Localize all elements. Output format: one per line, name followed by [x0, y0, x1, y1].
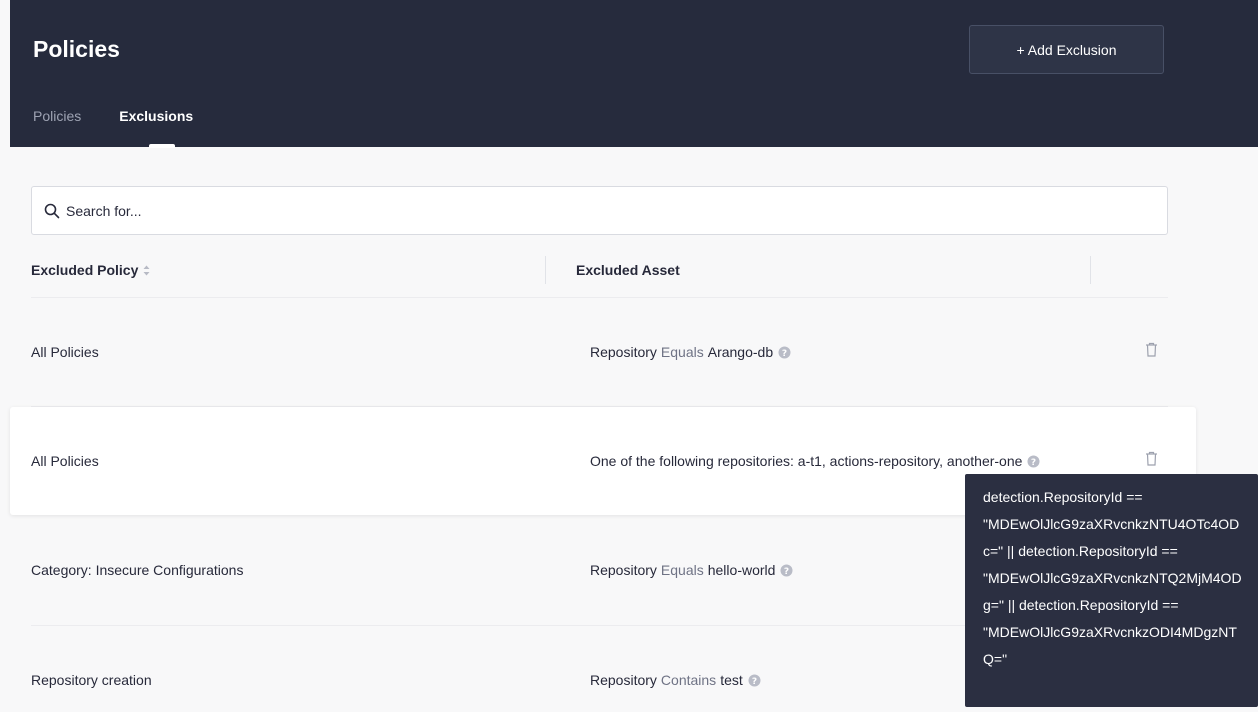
asset-operator: Equals [660, 344, 704, 360]
trash-icon [1145, 342, 1158, 362]
excluded-policy-cell: All Policies [31, 344, 99, 360]
info-icon[interactable]: ? [778, 346, 791, 359]
info-icon[interactable]: ? [1027, 455, 1040, 468]
tab-exclusions[interactable]: Exclusions [119, 108, 193, 148]
column-divider [1090, 256, 1091, 284]
search-input[interactable] [66, 202, 1146, 219]
search-icon [44, 203, 60, 219]
excluded-asset-cell: Repository Equals hello-world ? [590, 516, 793, 624]
search-bar [31, 186, 1168, 235]
delete-button[interactable] [1145, 298, 1158, 406]
column-divider [545, 256, 546, 284]
column-header-policy-label: Excluded Policy [31, 262, 139, 278]
svg-text:?: ? [752, 677, 757, 687]
asset-field: Repository [590, 344, 657, 360]
asset-field: Repository [590, 562, 657, 578]
column-header-asset-label: Excluded Asset [576, 262, 680, 278]
info-icon[interactable]: ? [748, 674, 761, 687]
svg-text:?: ? [782, 349, 787, 359]
asset-field: Repository [590, 672, 657, 688]
asset-value: Arango-db [707, 344, 774, 360]
info-icon[interactable]: ? [780, 564, 793, 577]
column-header-asset: Excluded Asset [576, 262, 680, 278]
asset-operator: Equals [660, 562, 704, 578]
sort-icon[interactable] [143, 265, 150, 276]
asset-operator: Contains [660, 672, 717, 688]
svg-text:?: ? [1031, 458, 1036, 468]
tab-policies[interactable]: Policies [33, 108, 81, 124]
tooltip: detection.RepositoryId == "MDEwOlJlcG9za… [965, 474, 1258, 707]
excluded-asset-cell: Repository Equals Arango-db ? [590, 298, 791, 406]
asset-value: test [720, 672, 743, 688]
page-header: Policies + Add Exclusion Policies Exclus… [10, 0, 1258, 148]
tabs: Policies Exclusions [33, 108, 231, 148]
excluded-policy-cell: Category: Insecure Configurations [31, 562, 244, 578]
asset-value: hello-world [707, 562, 776, 578]
page-title: Policies [33, 36, 120, 62]
add-exclusion-button[interactable]: + Add Exclusion [969, 25, 1164, 74]
column-header-policy[interactable]: Excluded Policy [31, 262, 150, 278]
trash-icon [1145, 451, 1158, 471]
svg-text:?: ? [784, 567, 789, 577]
excluded-policy-cell: Repository creation [31, 672, 152, 688]
excluded-policy-cell: All Policies [31, 453, 99, 469]
excluded-asset-cell: Repository Contains test ? [590, 626, 761, 712]
table-row: All Policies Repository Equals Arango-db… [31, 298, 1168, 406]
asset-text: One of the following repositories: a-t1,… [590, 453, 1023, 469]
